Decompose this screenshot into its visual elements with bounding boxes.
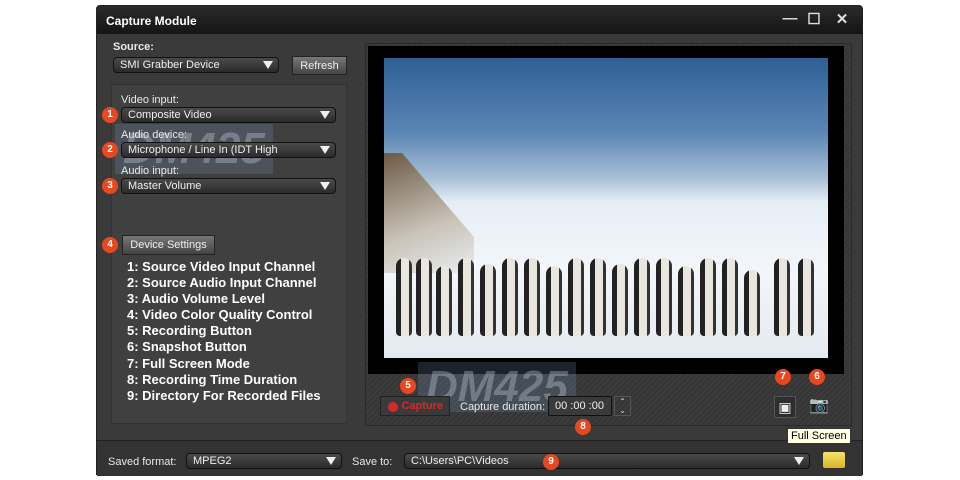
format-select[interactable]: MPEG2 <box>186 453 342 469</box>
legend-item: 2: Source Audio Input Channel <box>127 275 317 291</box>
badge-5: 5 <box>400 378 416 394</box>
saved-format-label: Saved format: <box>108 456 177 468</box>
snapshot-button[interactable]: 📷 <box>808 398 830 414</box>
audio-device-label: Audio device: <box>121 129 188 141</box>
legend-item: 4: Video Color Quality Control <box>127 307 313 323</box>
badge-2: 2 <box>102 142 118 158</box>
legend-item: 8: Recording Time Duration <box>127 371 298 387</box>
save-path-value: C:\Users\PC\Videos <box>411 455 509 467</box>
record-icon <box>388 402 398 412</box>
legend-item: 9: Directory For Recorded Files <box>127 387 321 403</box>
audio-input-label: Audio input: <box>121 165 180 177</box>
badge-7: 7 <box>775 369 791 385</box>
legend-item: 6: Snapshot Button <box>127 339 247 355</box>
capture-button[interactable]: Capture <box>380 396 450 416</box>
audio-device-value: Microphone / Line In (IDT High <box>128 144 278 156</box>
chevron-down-icon <box>320 111 330 119</box>
minimize-button[interactable]: — <box>780 10 800 27</box>
video-panel: DM425 Capture Capture duration: 00 :00 :… <box>365 43 852 435</box>
badge-6: 6 <box>809 369 825 385</box>
video-input-select[interactable]: Composite Video <box>121 107 336 123</box>
chevron-down-icon <box>320 146 330 154</box>
capture-module-window: Capture Module — ☐ ✕ Source: SMI Grabber… <box>96 5 863 476</box>
save-path-select[interactable]: C:\Users\PC\Videos <box>404 453 810 469</box>
camera-icon: 📷 <box>809 397 829 414</box>
format-value: MPEG2 <box>193 455 232 467</box>
chevron-down-icon <box>326 457 336 465</box>
video-input-value: Composite Video <box>128 109 212 121</box>
title-bar: Capture Module — ☐ ✕ <box>97 6 862 34</box>
folder-icon[interactable] <box>823 452 845 468</box>
preview-image <box>384 58 828 358</box>
badge-1: 1 <box>102 107 118 123</box>
legend-item: 1: Source Video Input Channel <box>127 259 316 274</box>
source-select[interactable]: SMI Grabber Device <box>113 57 279 73</box>
duration-stepper[interactable]: ⌃ ⌄ <box>614 396 631 416</box>
close-button[interactable]: ✕ <box>832 10 852 28</box>
chevron-down-icon <box>320 182 330 190</box>
legend-item: 3: Audio Volume Level <box>127 291 265 307</box>
maximize-button[interactable]: ☐ <box>804 10 824 28</box>
video-input-label: Video input: <box>121 94 179 106</box>
refresh-button[interactable]: Refresh <box>292 56 347 75</box>
chevron-down-icon <box>794 457 804 465</box>
chevron-down-icon <box>263 61 273 69</box>
video-preview <box>368 46 844 374</box>
badge-8: 8 <box>575 419 591 435</box>
capture-duration-label: Capture duration: <box>460 401 545 413</box>
badge-9: 9 <box>543 454 559 470</box>
duration-field[interactable]: 00 :00 :00 <box>548 396 612 416</box>
audio-device-select[interactable]: Microphone / Line In (IDT High <box>121 142 336 158</box>
window-title: Capture Module <box>106 14 197 28</box>
badge-4: 4 <box>102 237 118 253</box>
legend-item: 5: Recording Button <box>127 323 252 339</box>
audio-input-value: Master Volume <box>128 180 202 192</box>
badge-3: 3 <box>102 178 118 194</box>
fullscreen-button[interactable]: ▣ <box>774 396 796 418</box>
audio-input-select[interactable]: Master Volume <box>121 178 336 194</box>
bottom-bar: Saved format: MPEG2 Save to: C:\Users\PC… <box>97 440 862 476</box>
source-value: SMI Grabber Device <box>120 59 220 71</box>
device-settings-button[interactable]: Device Settings <box>122 235 215 255</box>
save-to-label: Save to: <box>352 456 393 468</box>
fullscreen-tooltip: Full Screen <box>787 428 851 444</box>
fullscreen-icon: ▣ <box>778 399 792 415</box>
legend-item: 7: Full Screen Mode <box>127 355 250 371</box>
legend-list: 1: Source Video Input Channel 2: Source … <box>127 259 321 404</box>
source-label: Source: <box>113 41 154 53</box>
